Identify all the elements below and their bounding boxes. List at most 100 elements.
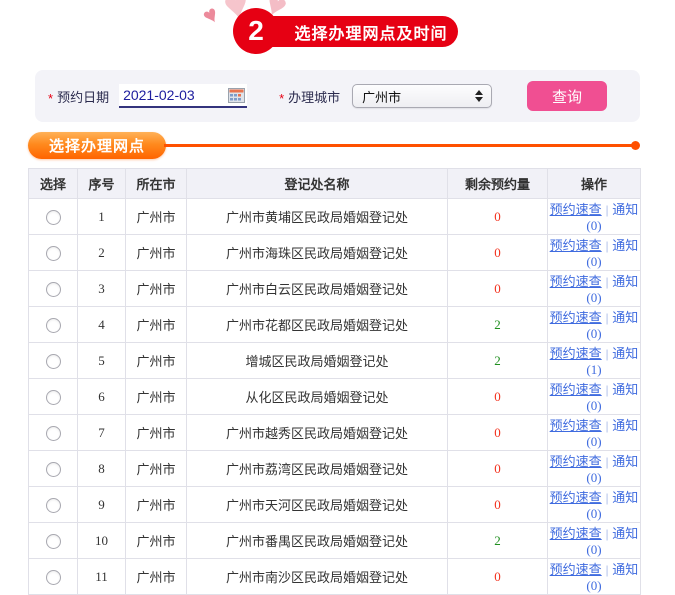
link-separator: |: [605, 346, 609, 361]
select-radio[interactable]: [45, 497, 61, 513]
city-label: 办理城市: [288, 89, 341, 105]
cell-remaining: 2: [447, 342, 548, 379]
cell-actions: 预约速查 | 通知(0): [547, 522, 641, 559]
table-row: 10 广州市 广州市番禺区民政局婚姻登记处 2 预约速查 | 通知(0): [28, 522, 641, 559]
cell-remaining: 2: [447, 522, 548, 559]
cell-number: 11: [77, 558, 126, 595]
link-separator: |: [605, 562, 609, 577]
quick-check-link[interactable]: 预约速查: [550, 202, 602, 217]
cell-actions: 预约速查 | 通知(0): [547, 414, 641, 451]
link-separator: |: [605, 490, 609, 505]
cell-number: 3: [77, 270, 126, 307]
quick-check-link[interactable]: 预约速查: [550, 346, 602, 361]
query-button[interactable]: 查询: [527, 81, 607, 111]
table-row: 11 广州市 广州市南沙区民政局婚姻登记处 0 预约速查 | 通知(0): [28, 558, 641, 595]
quick-check-link[interactable]: 预约速查: [550, 454, 602, 469]
cell-city: 广州市: [125, 522, 187, 559]
cell-name: 广州市荔湾区民政局婚姻登记处: [186, 450, 448, 487]
cell-name: 广州市越秀区民政局婚姻登记处: [186, 414, 448, 451]
divider-line: [164, 143, 632, 147]
cell-select: [28, 378, 78, 415]
cell-actions: 预约速查 | 通知(0): [547, 378, 641, 415]
select-radio[interactable]: [45, 245, 61, 261]
select-radio[interactable]: [45, 569, 61, 585]
quick-check-link[interactable]: 预约速查: [550, 562, 602, 577]
cell-select: [28, 486, 78, 523]
select-radio[interactable]: [45, 209, 61, 225]
table-row: 5 广州市 增城区民政局婚姻登记处 2 预约速查 | 通知(1): [28, 342, 641, 379]
date-value[interactable]: 2021-02-03: [119, 87, 228, 103]
cell-remaining: 0: [447, 234, 548, 271]
table-body: 1 广州市 广州市黄埔区民政局婚姻登记处 0 预约速查 | 通知(0) 2 广州市 广州市海珠区民…: [28, 198, 641, 595]
registry-table: 选择 序号 所在市 登记处名称 剩余预约量 操作 1 广州市 广州市黄埔区民政局婚姻…: [28, 168, 641, 595]
cell-name: 广州市番禺区民政局婚姻登记处: [186, 522, 448, 559]
cell-number: 7: [77, 414, 126, 451]
cell-select: [28, 414, 78, 451]
quick-check-link[interactable]: 预约速查: [550, 418, 602, 433]
step-number-badge: 2: [233, 8, 279, 54]
select-radio[interactable]: [45, 317, 61, 333]
cell-select: [28, 522, 78, 559]
cell-number: 4: [77, 306, 126, 343]
quick-check-link[interactable]: 预约速查: [550, 238, 602, 253]
select-radio[interactable]: [45, 533, 61, 549]
select-radio[interactable]: [45, 425, 61, 441]
cell-select: [28, 270, 78, 307]
cell-actions: 预约速查 | 通知(0): [547, 306, 641, 343]
quick-check-link[interactable]: 预约速查: [550, 382, 602, 397]
select-radio[interactable]: [45, 353, 61, 369]
cell-number: 9: [77, 486, 126, 523]
cell-number: 5: [77, 342, 126, 379]
cell-city: 广州市: [125, 198, 187, 235]
cell-name: 增城区民政局婚姻登记处: [186, 342, 448, 379]
link-separator: |: [605, 454, 609, 469]
cell-number: 6: [77, 378, 126, 415]
select-radio[interactable]: [45, 389, 61, 405]
link-separator: |: [605, 238, 609, 253]
date-label: 预约日期: [57, 89, 110, 105]
cell-actions: 预约速查 | 通知(0): [547, 486, 641, 523]
step-banner: ♥ ♥ ♥ 选择办理网点及时间 2: [0, 0, 675, 62]
cell-remaining: 2: [447, 306, 548, 343]
link-separator: |: [605, 526, 609, 541]
cell-remaining: 0: [447, 198, 548, 235]
divider-dot: [631, 140, 640, 150]
city-select[interactable]: 广州市: [352, 84, 493, 108]
quick-check-link[interactable]: 预约速查: [550, 526, 602, 541]
required-asterisk: *: [48, 90, 54, 106]
col-remaining: 剩余预约量: [447, 168, 548, 199]
cell-city: 广州市: [125, 486, 187, 523]
cell-name: 广州市南沙区民政局婚姻登记处: [186, 558, 448, 595]
quick-check-link[interactable]: 预约速查: [550, 274, 602, 289]
col-select: 选择: [28, 168, 78, 199]
section-header: 选择办理网点: [28, 131, 640, 159]
cell-remaining: 0: [447, 558, 548, 595]
cell-select: [28, 450, 78, 487]
col-name: 登记处名称: [186, 168, 448, 199]
section-title: 选择办理网点: [28, 131, 166, 159]
select-radio[interactable]: [45, 281, 61, 297]
table-row: 1 广州市 广州市黄埔区民政局婚姻登记处 0 预约速查 | 通知(0): [28, 198, 641, 235]
quick-check-link[interactable]: 预约速查: [550, 490, 602, 505]
cell-remaining: 0: [447, 270, 548, 307]
quick-check-link[interactable]: 预约速查: [550, 310, 602, 325]
select-radio[interactable]: [45, 461, 61, 477]
cell-remaining: 0: [447, 414, 548, 451]
cell-number: 2: [77, 234, 126, 271]
cell-city: 广州市: [125, 450, 187, 487]
cell-actions: 预约速查 | 通知(0): [547, 558, 641, 595]
city-selected-value: 广州市: [362, 89, 402, 105]
date-input[interactable]: 2021-02-03: [119, 84, 248, 108]
table-header-row: 选择 序号 所在市 登记处名称 剩余预约量 操作: [28, 168, 641, 199]
table-row: 4 广州市 广州市花都区民政局婚姻登记处 2 预约速查 | 通知(0): [28, 306, 641, 343]
calendar-icon[interactable]: [228, 87, 246, 103]
cell-actions: 预约速查 | 通知(1): [547, 342, 641, 379]
cell-city: 广州市: [125, 234, 187, 271]
cell-select: [28, 198, 78, 235]
cell-number: 8: [77, 450, 126, 487]
table-row: 2 广州市 广州市海珠区民政局婚姻登记处 0 预约速查 | 通知(0): [28, 234, 641, 271]
cell-remaining: 0: [447, 450, 548, 487]
cell-actions: 预约速查 | 通知(0): [547, 198, 641, 235]
link-separator: |: [605, 418, 609, 433]
cell-city: 广州市: [125, 342, 187, 379]
